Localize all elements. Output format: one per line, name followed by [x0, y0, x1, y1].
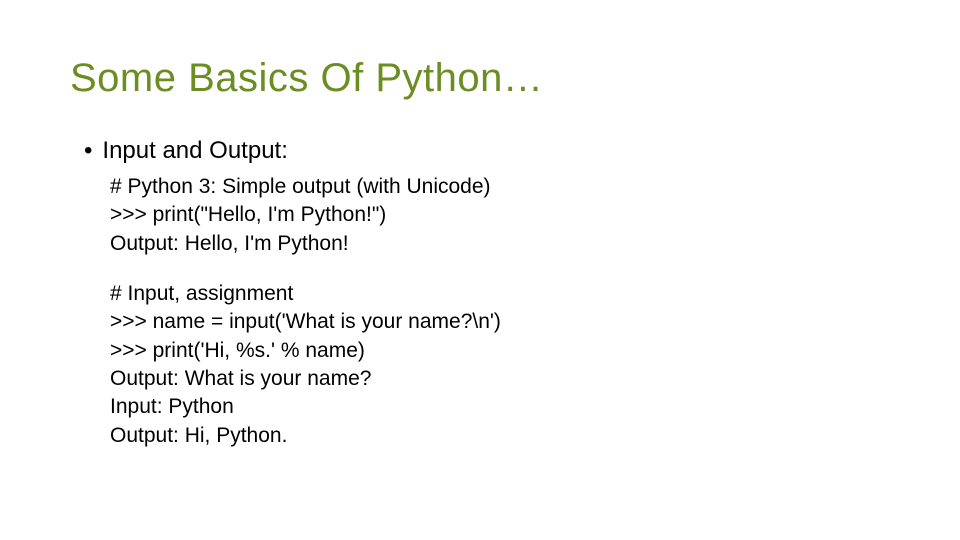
code-line: # Input, assignment [110, 280, 890, 308]
code-line: >>> print('Hi, %s.' % name) [110, 337, 890, 365]
code-line: Output: Hello, I'm Python! [110, 230, 890, 258]
code-line: Input: Python [110, 393, 890, 421]
code-line: # Python 3: Simple output (with Unicode) [110, 173, 890, 201]
bullet-dot-icon: • [84, 137, 92, 165]
slide: Some Basics Of Python… • Input and Outpu… [0, 0, 960, 540]
code-line: >>> print("Hello, I'm Python!") [110, 201, 890, 229]
code-block-2: # Input, assignment >>> name = input('Wh… [110, 280, 890, 450]
code-line: >>> name = input('What is your name?\n') [110, 308, 890, 336]
code-line: Output: Hi, Python. [110, 422, 890, 450]
bullet-text: Input and Output: [102, 137, 287, 165]
spacer [70, 258, 890, 280]
bullet-item: • Input and Output: [84, 137, 890, 165]
slide-title: Some Basics Of Python… [70, 56, 890, 101]
code-line: Output: What is your name? [110, 365, 890, 393]
code-block-1: # Python 3: Simple output (with Unicode)… [110, 173, 890, 258]
